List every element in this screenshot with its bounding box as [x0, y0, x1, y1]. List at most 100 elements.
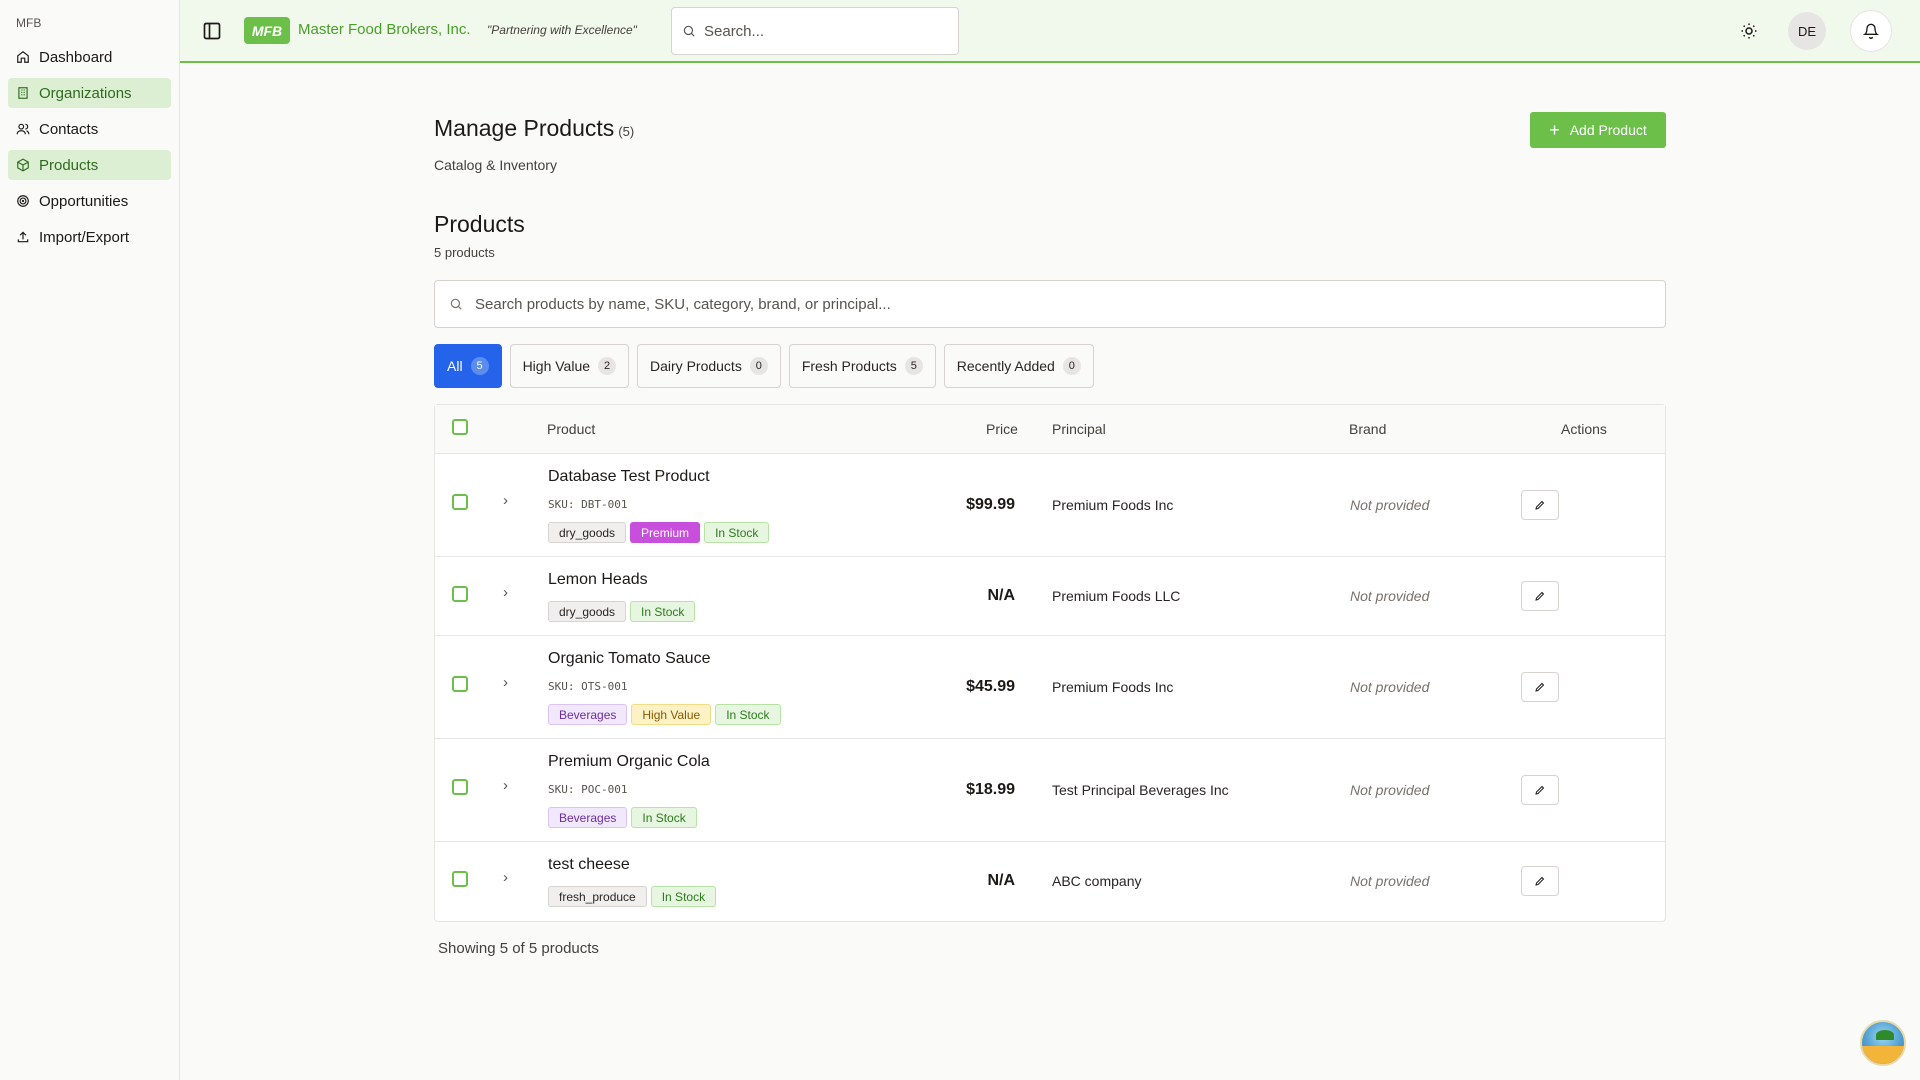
sidebar-item-label: Organizations — [39, 84, 132, 102]
pencil-icon — [1535, 682, 1545, 692]
product-sku: SKU: OTS-001 — [548, 680, 628, 693]
chevron-right-icon[interactable]: › — [503, 674, 508, 691]
target-icon — [16, 194, 30, 208]
sidebar-item-label: Contacts — [39, 120, 99, 138]
filter-count: 0 — [1062, 357, 1081, 375]
users-icon — [16, 122, 30, 136]
table-row[interactable]: › Premium Organic Cola SKU: POC-001 Beve… — [435, 739, 1665, 842]
sidebar-item-import-export[interactable]: Import/Export — [8, 222, 171, 252]
sidebar-item-opportunities[interactable]: Opportunities — [8, 186, 171, 216]
filter-dairy-products[interactable]: Dairy Products 0 — [637, 344, 781, 388]
chevron-right-icon[interactable]: › — [503, 584, 508, 601]
table-row[interactable]: › Database Test Product SKU: DBT-001 dry… — [435, 454, 1665, 557]
chevron-right-icon[interactable]: › — [503, 492, 508, 509]
globe-sand — [1862, 1046, 1904, 1064]
theme-toggle-sun-icon[interactable] — [1740, 22, 1758, 40]
product-brand: Not provided — [1350, 679, 1430, 695]
tag-category: fresh_produce — [548, 886, 647, 907]
table-row[interactable]: › test cheese fresh_produce In Stock N/A… — [435, 842, 1665, 921]
sidebar-item-products[interactable]: Products — [8, 150, 171, 180]
filter-count: 2 — [598, 357, 617, 375]
filter-count: 5 — [904, 357, 923, 375]
tag-in-stock: In Stock — [715, 704, 781, 725]
edit-button[interactable] — [1521, 672, 1559, 702]
row-checkbox[interactable] — [452, 676, 468, 692]
search-icon — [450, 298, 462, 310]
company-name: Master Food Brokers, Inc. — [298, 21, 471, 38]
row-checkbox[interactable] — [452, 871, 468, 887]
sidebar-toggle-icon[interactable] — [202, 21, 222, 41]
product-price: $99.99 — [966, 496, 1015, 513]
section-subtitle: 5 products — [434, 245, 495, 260]
product-price: $45.99 — [966, 678, 1015, 695]
product-name[interactable]: Premium Organic Cola — [548, 753, 710, 771]
pencil-icon — [1535, 876, 1545, 886]
global-search-input[interactable] — [704, 22, 944, 40]
tag-in-stock: In Stock — [650, 886, 717, 907]
product-search-input[interactable] — [475, 295, 1625, 313]
col-brand: Brand — [1349, 421, 1387, 437]
sidebar: MFB Dashboard Organizations Contacts Pro… — [0, 0, 180, 1080]
assistant-globe-icon[interactable] — [1860, 1020, 1906, 1066]
product-search[interactable] — [434, 280, 1666, 328]
col-price: Price — [986, 421, 1018, 437]
col-product: Product — [547, 421, 596, 437]
select-all-checkbox[interactable] — [452, 419, 468, 435]
row-checkbox[interactable] — [452, 779, 468, 795]
sidebar-brand: MFB — [16, 16, 42, 30]
chevron-right-icon[interactable]: › — [503, 869, 508, 886]
sidebar-nav: Dashboard Organizations Contacts Product… — [8, 42, 171, 258]
company-tagline: "Partnering with Excellence" — [487, 23, 637, 37]
tag-category: dry_goods — [548, 522, 627, 543]
product-name[interactable]: test cheese — [548, 856, 630, 874]
plus-icon: + — [1549, 120, 1560, 140]
edit-button[interactable] — [1521, 490, 1559, 520]
building-icon — [16, 86, 30, 100]
filter-recently-added[interactable]: Recently Added 0 — [943, 344, 1094, 388]
user-avatar[interactable]: DE — [1788, 12, 1826, 50]
filter-chips: All 5 High Value 2 Dairy Products 0 Fresh P… — [434, 344, 1102, 388]
tag-high-value: High Value — [631, 704, 712, 725]
add-product-label: Add Product — [1569, 122, 1647, 138]
product-tags: Beverages High Value In Stock — [548, 704, 785, 725]
product-name[interactable]: Lemon Heads — [548, 571, 648, 589]
row-checkbox[interactable] — [452, 586, 468, 602]
product-name[interactable]: Database Test Product — [548, 468, 710, 486]
filter-all[interactable]: All 5 — [434, 344, 502, 388]
pencil-icon — [1535, 785, 1545, 795]
sidebar-item-label: Import/Export — [39, 228, 130, 246]
edit-button[interactable] — [1521, 866, 1559, 896]
row-checkbox[interactable] — [452, 494, 468, 510]
pencil-icon — [1535, 591, 1545, 601]
table-row[interactable]: › Lemon Heads dry_goods In Stock N/A Pre… — [435, 557, 1665, 636]
filter-high-value[interactable]: High Value 2 — [509, 344, 630, 388]
product-tags: Beverages In Stock — [548, 807, 701, 828]
product-sku: SKU: DBT-001 — [548, 498, 628, 511]
product-principal: Test Principal Beverages Inc — [1052, 782, 1229, 798]
page-title: Manage Products (5) — [434, 115, 634, 142]
sidebar-item-dashboard[interactable]: Dashboard — [8, 42, 171, 72]
section-title: Products — [434, 211, 525, 237]
bell-icon — [1863, 23, 1879, 39]
product-principal: Premium Foods Inc — [1052, 497, 1174, 513]
tag-in-stock: In Stock — [630, 601, 696, 622]
product-sku: SKU: POC-001 — [548, 783, 628, 796]
edit-button[interactable] — [1521, 775, 1559, 805]
col-actions: Actions — [1561, 421, 1607, 437]
edit-button[interactable] — [1521, 581, 1559, 611]
globe-palm — [1876, 1030, 1894, 1040]
filter-label: Dairy Products — [650, 358, 742, 374]
add-product-button[interactable]: + Add Product — [1530, 112, 1666, 148]
table-row[interactable]: › Organic Tomato Sauce SKU: OTS-001 Beve… — [435, 636, 1665, 739]
pencil-icon — [1535, 500, 1545, 510]
filter-fresh-products[interactable]: Fresh Products 5 — [788, 344, 936, 388]
chevron-right-icon[interactable]: › — [503, 777, 508, 794]
col-principal: Principal — [1052, 421, 1106, 437]
notifications-button[interactable] — [1850, 10, 1892, 52]
filter-label: Fresh Products — [801, 358, 897, 374]
page-title-count: (5) — [618, 124, 635, 139]
sidebar-item-contacts[interactable]: Contacts — [8, 114, 171, 144]
product-name[interactable]: Organic Tomato Sauce — [548, 650, 710, 668]
sidebar-item-organizations[interactable]: Organizations — [8, 78, 171, 108]
global-search[interactable] — [671, 7, 959, 55]
